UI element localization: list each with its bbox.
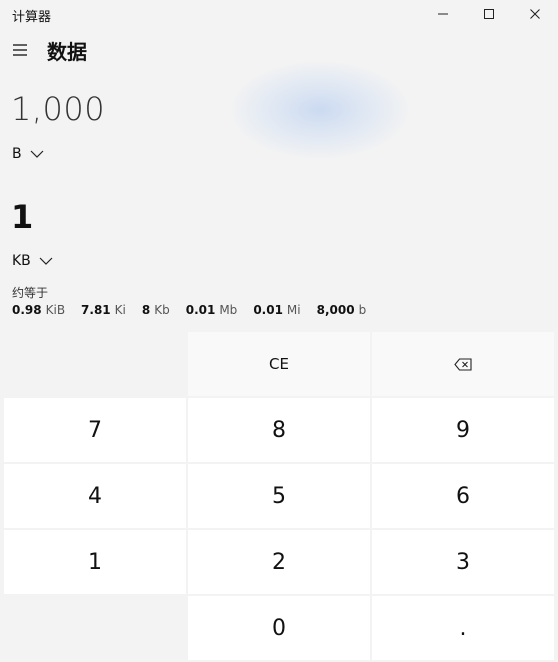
title-bar: 计算器 xyxy=(0,0,558,30)
approx-item: 8,000 b xyxy=(316,303,367,317)
key-3[interactable]: 3 xyxy=(372,530,554,594)
menu-button[interactable] xyxy=(8,38,32,62)
to-unit-label: KB xyxy=(12,253,31,269)
from-unit-label: B xyxy=(12,146,22,162)
from-unit-dropdown[interactable]: B xyxy=(12,146,44,162)
chevron-down-icon xyxy=(30,150,44,158)
key-1[interactable]: 1 xyxy=(4,530,186,594)
minimize-button[interactable] xyxy=(420,0,466,28)
key-8[interactable]: 8 xyxy=(188,398,370,462)
app-title: 计算器 xyxy=(12,10,52,25)
background-glow xyxy=(232,62,408,158)
approx-item: 0.98 KiB xyxy=(12,303,66,317)
backspace-button[interactable] xyxy=(372,332,554,396)
approx-item: 0.01 Mb xyxy=(185,303,238,317)
close-icon xyxy=(530,9,540,19)
maximize-button[interactable] xyxy=(466,0,512,28)
key-6[interactable]: 6 xyxy=(372,464,554,528)
maximize-icon xyxy=(484,9,494,19)
hamburger-icon xyxy=(13,44,27,56)
approx-item: 8 Kb xyxy=(141,303,170,317)
keypad: CE 7 8 9 4 5 6 1 2 3 0 . xyxy=(0,330,558,662)
key-0[interactable]: 0 xyxy=(188,596,370,660)
backspace-icon xyxy=(454,357,472,371)
close-button[interactable] xyxy=(512,0,558,28)
to-unit-dropdown[interactable]: KB xyxy=(12,253,53,269)
chevron-down-icon xyxy=(39,257,53,265)
decimal-button[interactable]: . xyxy=(372,596,554,660)
approx-item: 7.81 Ki xyxy=(81,303,126,317)
key-9[interactable]: 9 xyxy=(372,398,554,462)
ce-button[interactable]: CE xyxy=(188,332,370,396)
mode-title: 数据 xyxy=(47,40,87,64)
approximations-row: 0.98 KiB 7.81 Ki 8 Kb 0.01 Mb 0.01 Mi 8,000 b xyxy=(12,303,382,317)
input-value[interactable]: 1,000 xyxy=(11,90,105,128)
key-4[interactable]: 4 xyxy=(4,464,186,528)
approx-item: 0.01 Mi xyxy=(253,303,301,317)
key-7[interactable]: 7 xyxy=(4,398,186,462)
minimize-icon xyxy=(438,13,448,15)
key-5[interactable]: 5 xyxy=(188,464,370,528)
output-value[interactable]: 1 xyxy=(11,198,33,236)
key-2[interactable]: 2 xyxy=(188,530,370,594)
approx-label: 约等于 xyxy=(12,286,49,300)
